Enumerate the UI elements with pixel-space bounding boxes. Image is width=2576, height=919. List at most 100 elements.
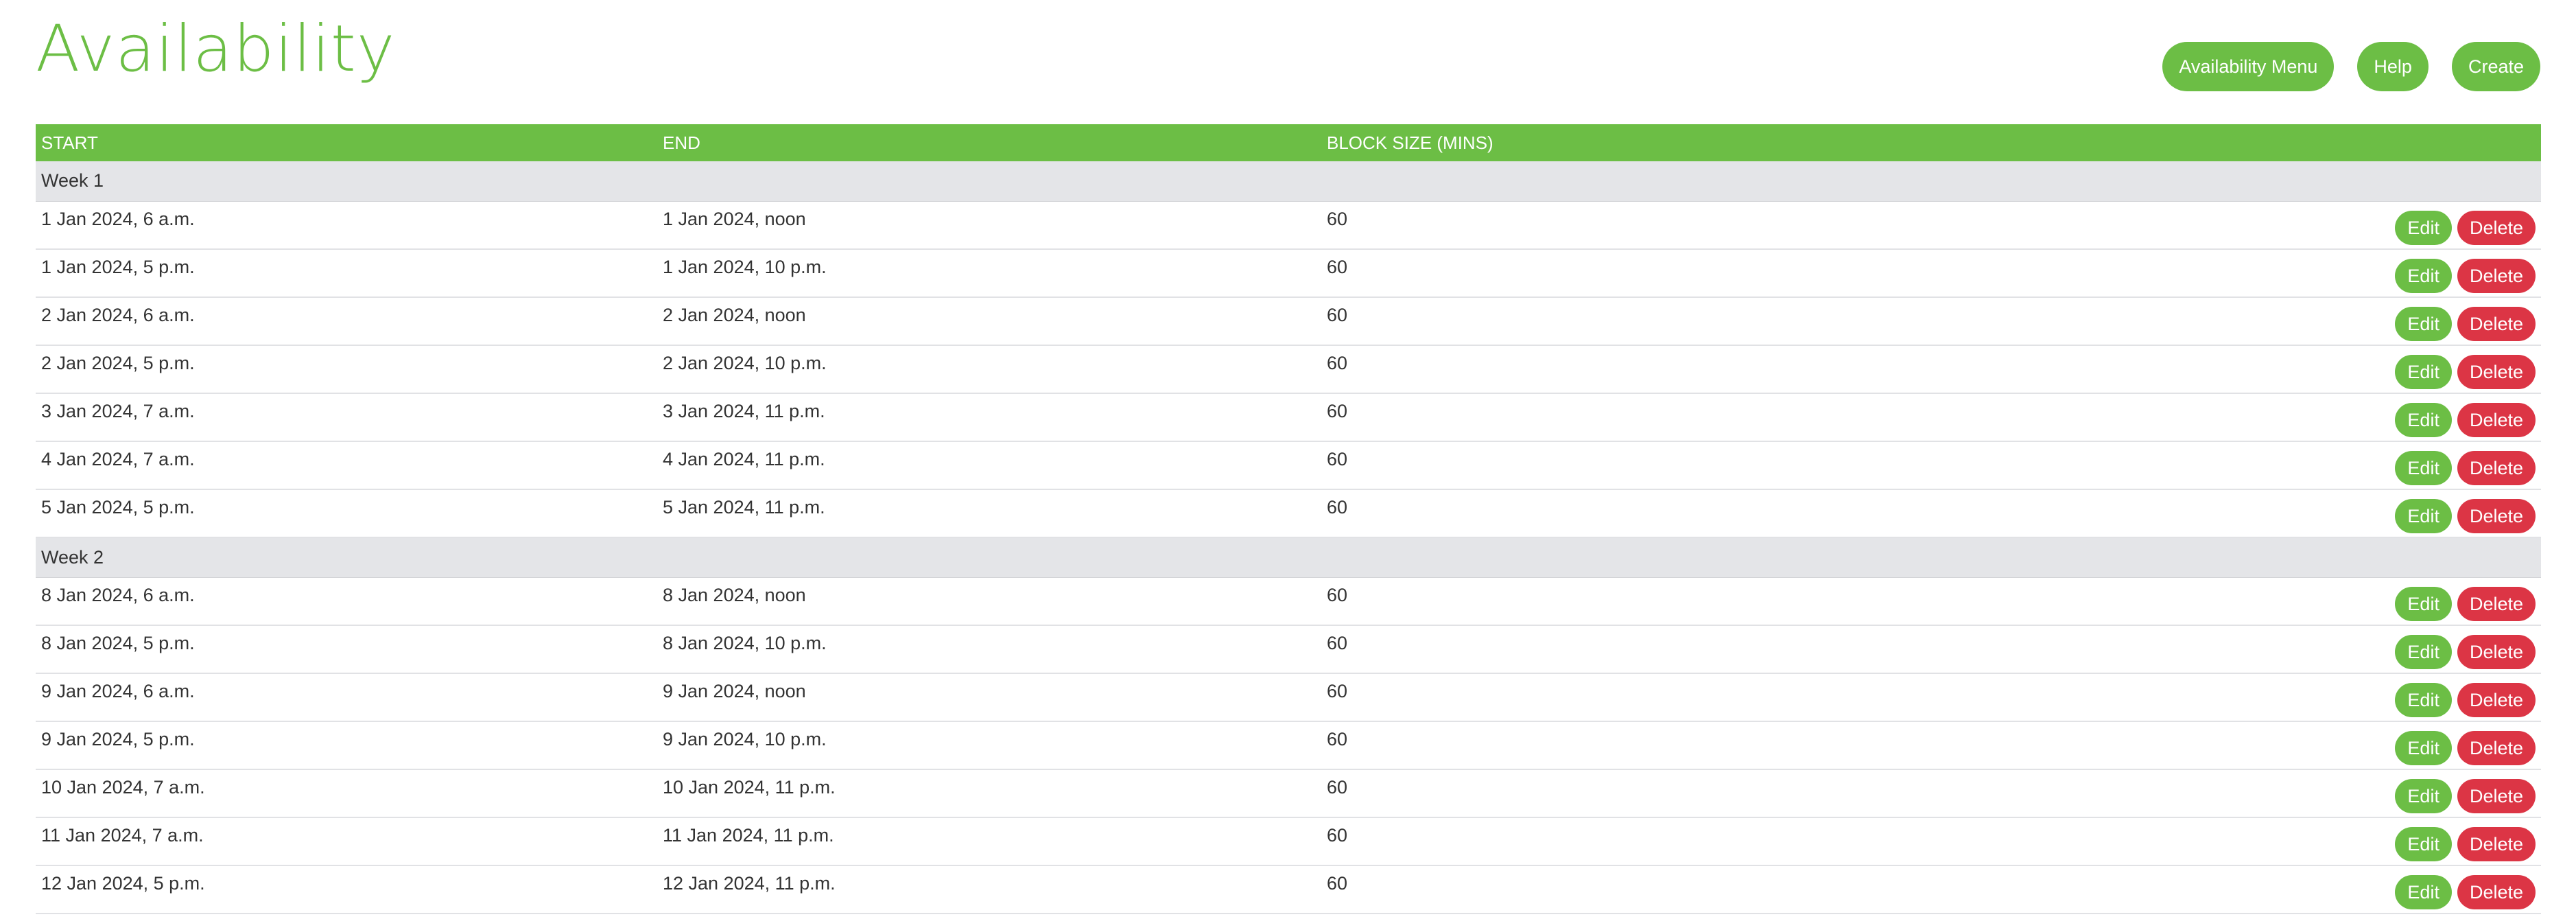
page-title: Availability <box>36 12 396 86</box>
availability-table: START END BLOCK SIZE (MINS) Week 11 Jan … <box>36 124 2541 914</box>
edit-button[interactable]: Edit <box>2395 499 2452 533</box>
week-group-row: Week 2 <box>36 537 2541 578</box>
table-row: 3 Jan 2024, 7 a.m. 3 Jan 2024, 11 p.m. 60 E… <box>36 393 2541 442</box>
create-button[interactable]: Create <box>2451 42 2540 91</box>
end-cell: 5 Jan 2024, 11 p.m. <box>657 489 1321 538</box>
edit-button[interactable]: Edit <box>2395 779 2452 813</box>
delete-button[interactable]: Delete <box>2457 731 2536 765</box>
table-row: 9 Jan 2024, 6 a.m. 9 Jan 2024, noon 60 Edit… <box>36 673 2541 722</box>
row-actions: Edit Delete <box>2007 297 2541 346</box>
end-cell: 9 Jan 2024, 10 p.m. <box>657 721 1321 770</box>
delete-button[interactable]: Delete <box>2457 307 2536 341</box>
edit-button[interactable]: Edit <box>2395 827 2452 861</box>
row-actions: Edit Delete <box>2007 817 2541 866</box>
week-group-label: Week 1 <box>36 161 2541 202</box>
table-row: 8 Jan 2024, 5 p.m. 8 Jan 2024, 10 p.m. 60 E… <box>36 625 2541 674</box>
start-cell: 8 Jan 2024, 5 p.m. <box>36 625 657 674</box>
start-cell: 5 Jan 2024, 5 p.m. <box>36 489 657 538</box>
table-row: 2 Jan 2024, 6 a.m. 2 Jan 2024, noon 60 Edit… <box>36 297 2541 346</box>
header-start: START <box>41 132 98 153</box>
row-actions: Edit Delete <box>2007 721 2541 770</box>
end-cell: 11 Jan 2024, 11 p.m. <box>657 817 1321 866</box>
end-cell: 10 Jan 2024, 11 p.m. <box>657 769 1321 818</box>
delete-button[interactable]: Delete <box>2457 827 2536 861</box>
block-size-cell: 60 <box>1321 249 2007 298</box>
row-actions: Edit Delete <box>2007 625 2541 674</box>
block-size-cell: 60 <box>1321 577 2007 626</box>
start-cell: 4 Jan 2024, 7 a.m. <box>36 441 657 490</box>
table-row: 12 Jan 2024, 5 p.m. 12 Jan 2024, 11 p.m. 6… <box>36 865 2541 914</box>
help-button[interactable]: Help <box>2357 42 2429 91</box>
block-size-cell: 60 <box>1321 721 2007 770</box>
start-cell: 9 Jan 2024, 5 p.m. <box>36 721 657 770</box>
table-row: 10 Jan 2024, 7 a.m. 10 Jan 2024, 11 p.m. 6… <box>36 769 2541 818</box>
week-group-label: Week 2 <box>36 537 2541 578</box>
delete-button[interactable]: Delete <box>2457 779 2536 813</box>
end-cell: 1 Jan 2024, noon <box>657 201 1321 250</box>
availability-menu-button[interactable]: Availability Menu <box>2162 42 2335 91</box>
row-actions: Edit Delete <box>2007 393 2541 442</box>
row-actions: Edit Delete <box>2007 865 2541 914</box>
start-cell: 11 Jan 2024, 7 a.m. <box>36 817 657 866</box>
edit-button[interactable]: Edit <box>2395 451 2452 485</box>
start-cell: 2 Jan 2024, 5 p.m. <box>36 345 657 394</box>
table-header-row: START END BLOCK SIZE (MINS) <box>36 124 2541 161</box>
block-size-cell: 60 <box>1321 489 2007 538</box>
edit-button[interactable]: Edit <box>2395 210 2452 245</box>
end-cell: 3 Jan 2024, 11 p.m. <box>657 393 1321 442</box>
header-actions <box>2007 124 2541 161</box>
delete-button[interactable]: Delete <box>2457 635 2536 669</box>
end-cell: 9 Jan 2024, noon <box>657 673 1321 722</box>
edit-button[interactable]: Edit <box>2395 403 2452 437</box>
end-cell: 12 Jan 2024, 11 p.m. <box>657 865 1321 914</box>
end-cell: 2 Jan 2024, 10 p.m. <box>657 345 1321 394</box>
delete-button[interactable]: Delete <box>2457 586 2536 621</box>
delete-button[interactable]: Delete <box>2457 259 2536 293</box>
delete-button[interactable]: Delete <box>2457 403 2536 437</box>
start-cell: 2 Jan 2024, 6 a.m. <box>36 297 657 346</box>
end-cell: 8 Jan 2024, noon <box>657 577 1321 626</box>
table-body: Week 11 Jan 2024, 6 a.m. 1 Jan 2024, noon… <box>36 161 2541 914</box>
block-size-cell: 60 <box>1321 865 2007 914</box>
edit-button[interactable]: Edit <box>2395 875 2452 909</box>
end-cell: 1 Jan 2024, 10 p.m. <box>657 249 1321 298</box>
table-row: 5 Jan 2024, 5 p.m. 5 Jan 2024, 11 p.m. 60 E… <box>36 489 2541 538</box>
start-cell: 1 Jan 2024, 5 p.m. <box>36 249 657 298</box>
table-row: 11 Jan 2024, 7 a.m. 11 Jan 2024, 11 p.m. 6… <box>36 817 2541 866</box>
edit-button[interactable]: Edit <box>2395 355 2452 389</box>
start-cell: 8 Jan 2024, 6 a.m. <box>36 577 657 626</box>
edit-button[interactable]: Edit <box>2395 683 2452 717</box>
block-size-cell: 60 <box>1321 393 2007 442</box>
block-size-cell: 60 <box>1321 441 2007 490</box>
edit-button[interactable]: Edit <box>2395 635 2452 669</box>
delete-button[interactable]: Delete <box>2457 875 2536 909</box>
table-row: 8 Jan 2024, 6 a.m. 8 Jan 2024, noon 60 Edit… <box>36 577 2541 626</box>
row-actions: Edit Delete <box>2007 249 2541 298</box>
delete-button[interactable]: Delete <box>2457 683 2536 717</box>
availability-page: Availability Availability Menu Help Crea… <box>0 0 2576 919</box>
block-size-cell: 60 <box>1321 673 2007 722</box>
delete-button[interactable]: Delete <box>2457 499 2536 533</box>
start-cell: 10 Jan 2024, 7 a.m. <box>36 769 657 818</box>
start-cell: 12 Jan 2024, 5 p.m. <box>36 865 657 914</box>
block-size-cell: 60 <box>1321 625 2007 674</box>
row-actions: Edit Delete <box>2007 769 2541 818</box>
row-actions: Edit Delete <box>2007 201 2541 250</box>
edit-button[interactable]: Edit <box>2395 586 2452 621</box>
row-actions: Edit Delete <box>2007 577 2541 626</box>
edit-button[interactable]: Edit <box>2395 259 2452 293</box>
week-group-row: Week 1 <box>36 161 2541 202</box>
start-cell: 1 Jan 2024, 6 a.m. <box>36 201 657 250</box>
row-actions: Edit Delete <box>2007 673 2541 722</box>
header-block-size: BLOCK SIZE (MINS) <box>1327 132 1493 153</box>
delete-button[interactable]: Delete <box>2457 451 2536 485</box>
edit-button[interactable]: Edit <box>2395 731 2452 765</box>
row-actions: Edit Delete <box>2007 489 2541 538</box>
table-row: 9 Jan 2024, 5 p.m. 9 Jan 2024, 10 p.m. 60 E… <box>36 721 2541 770</box>
delete-button[interactable]: Delete <box>2457 210 2536 245</box>
delete-button[interactable]: Delete <box>2457 355 2536 389</box>
edit-button[interactable]: Edit <box>2395 307 2452 341</box>
block-size-cell: 60 <box>1321 297 2007 346</box>
start-cell: 9 Jan 2024, 6 a.m. <box>36 673 657 722</box>
table-row: 1 Jan 2024, 5 p.m. 1 Jan 2024, 10 p.m. 60 E… <box>36 249 2541 298</box>
